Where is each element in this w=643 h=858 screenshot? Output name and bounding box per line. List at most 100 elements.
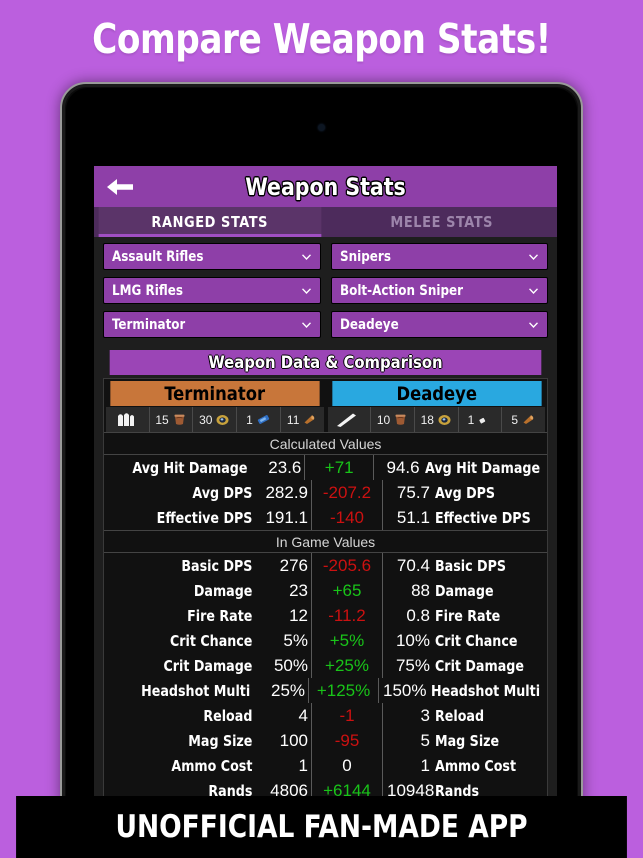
icon-cell-pot-right: 10 [371, 407, 415, 432]
stat-value-left: 23.6 [268, 457, 302, 477]
app-screen: Weapon Stats RANGED STATS MELEE STATS As… [94, 166, 557, 820]
stat-value-left: 12 [289, 605, 308, 625]
dropdown-left-weapon-label: Terminator [112, 316, 186, 333]
chevron-down-icon [529, 253, 538, 260]
stat-diff: -95 [311, 728, 383, 753]
stat-label-right: Ammo Cost [435, 756, 517, 775]
stat-value-right: 10% [395, 630, 430, 650]
table-row: Effective DPS 191.1 -140 51.1 Effective … [104, 505, 547, 530]
weapon-header-row: Terminator 15 30 1 11 Deadeye 10 18 1 5 [104, 379, 547, 432]
selector-row-subtype: LMG Rifles Bolt-Action Sniper [103, 277, 548, 304]
chevron-down-icon [301, 321, 311, 328]
table-row: Ammo Cost 1 0 1 Ammo Cost [104, 753, 547, 778]
icon-cell-part-left: 1 [237, 407, 281, 432]
app-header: Weapon Stats [94, 166, 557, 207]
stat-label-right: Damage [435, 581, 494, 600]
icon-value-pot-left: 15 [155, 412, 169, 427]
chevron-down-icon [301, 253, 311, 260]
stat-diff: -207.2 [311, 480, 383, 505]
table-row: Fire Rate 12 -11.2 0.8 Fire Rate [104, 603, 547, 628]
stat-label-right: Effective DPS [435, 508, 531, 527]
section-banner: Weapon Data & Comparison [109, 350, 542, 375]
stat-value-right: 75% [395, 655, 430, 675]
weapon-compare-panel: Terminator 15 30 1 11 Deadeye 10 18 1 5 … [103, 378, 548, 804]
table-row: Headshot Multi 25% +125% 150% Headshot M… [104, 678, 547, 703]
stat-diff: +5% [311, 628, 383, 653]
weapon-icon-row-left: 15 30 1 11 [106, 406, 324, 432]
table-row: Reload 4 -1 3 Reload [104, 703, 547, 728]
stat-value-right: 75.7 [396, 482, 430, 502]
dropdown-left-weapon[interactable]: Terminator [103, 311, 321, 338]
stat-value-left: 23 [289, 580, 308, 600]
stat-value-left: 100 [279, 730, 308, 750]
stat-value-right: 3 [420, 705, 430, 725]
stat-value-right: 5 [420, 730, 430, 750]
tab-ranged-stats[interactable]: RANGED STATS [98, 207, 321, 237]
tab-bar: RANGED STATS MELEE STATS [94, 207, 557, 237]
chevron-down-icon [529, 321, 538, 328]
camera-icon [318, 124, 325, 131]
stats-calculated-values: Calculated Values Avg Hit Damage 23.6 +7… [104, 432, 547, 530]
ring-icon [215, 412, 230, 427]
stat-label-right: Avg DPS [435, 483, 496, 502]
icon-value-wood-right: 5 [511, 412, 518, 427]
stat-value-right: 51.1 [396, 507, 430, 527]
stat-label-left: Fire Rate [187, 606, 253, 625]
stat-diff: -205.6 [311, 553, 383, 578]
dropdown-right-subtype-label: Bolt-Action Sniper [339, 282, 463, 299]
stat-diff: +25% [311, 653, 383, 678]
pot-icon [172, 412, 187, 427]
stat-diff: -11.2 [311, 603, 383, 628]
table-row: Basic DPS 276 -205.6 70.4 Basic DPS [104, 553, 547, 578]
stat-label-left: Ammo Cost [171, 756, 253, 775]
table-row: Crit Chance 5% +5% 10% Crit Chance [104, 628, 547, 653]
icon-cell-pot-left: 15 [150, 407, 194, 432]
stat-value-left: 25% [271, 680, 306, 700]
dropdown-right-weapon-label: Deadeye [339, 316, 399, 333]
dropdown-left-category-label: Assault Rifles [112, 248, 204, 265]
stat-value-left: 1 [298, 755, 308, 775]
tablet-device: Weapon Stats RANGED STATS MELEE STATS As… [60, 82, 583, 822]
weapon-name-right: Deadeye [331, 381, 541, 406]
stat-value-right: 1 [420, 755, 430, 775]
stat-label-left: Avg Hit Damage [132, 458, 248, 477]
dropdown-right-category-label: Snipers [339, 248, 391, 265]
stat-label-right: Fire Rate [435, 606, 501, 625]
dropdown-left-category[interactable]: Assault Rifles [103, 243, 321, 270]
dropdown-right-category[interactable]: Snipers [330, 243, 548, 270]
promo-title: Compare Weapon Stats! [92, 15, 551, 63]
weapon-selectors: Assault Rifles Snipers LMG Rifles Bolt-A… [94, 237, 557, 349]
stat-diff: -140 [311, 505, 383, 530]
icon-value-pot-right: 10 [376, 412, 391, 427]
table-row: Avg Hit Damage 23.6 +71 94.6 Avg Hit Dam… [104, 455, 547, 480]
dropdown-left-subtype[interactable]: LMG Rifles [103, 277, 321, 304]
icon-cell-bullets-left [106, 407, 150, 432]
tablet-bezel: Weapon Stats RANGED STATS MELEE STATS As… [66, 88, 577, 820]
stats-in-game-values: In Game Values Basic DPS 276 -205.6 70.4… [104, 530, 547, 803]
stat-diff: +125% [308, 678, 379, 703]
stat-value-left: 5% [283, 630, 308, 650]
table-row: Mag Size 100 -95 5 Mag Size [104, 728, 547, 753]
table-row: Avg DPS 282.9 -207.2 75.7 Avg DPS [104, 480, 547, 505]
promo-footer: UNOFFICIAL FAN-MADE APP [16, 796, 627, 858]
icon-value-part-right: 1 [467, 412, 475, 427]
stat-label-left: Damage [193, 581, 253, 600]
back-arrow-icon[interactable] [94, 166, 146, 207]
stat-label-right: Crit Damage [435, 656, 524, 675]
stat-label-left: Reload [203, 706, 253, 725]
icon-value-ring-left: 30 [199, 412, 213, 427]
page-title: Weapon Stats [245, 172, 406, 201]
stat-value-right: 94.6 [386, 457, 420, 477]
stat-label-left: Avg DPS [192, 483, 253, 502]
stat-label-right: Crit Chance [435, 631, 518, 650]
tab-melee-stats[interactable]: MELEE STATS [330, 207, 552, 237]
dropdown-right-weapon[interactable]: Deadeye [330, 311, 548, 338]
icon-cell-wood-left: 11 [281, 407, 324, 432]
stat-value-right: 0.8 [406, 605, 430, 625]
selector-row-category: Assault Rifles Snipers [103, 243, 548, 270]
table-row: Damage 23 +65 88 Damage [104, 578, 547, 603]
icon-cell-part-right: 1 [459, 407, 503, 432]
dropdown-right-subtype[interactable]: Bolt-Action Sniper [330, 277, 548, 304]
stats-heading-calculated: Calculated Values [104, 432, 547, 455]
stat-label-left: Effective DPS [156, 508, 253, 527]
